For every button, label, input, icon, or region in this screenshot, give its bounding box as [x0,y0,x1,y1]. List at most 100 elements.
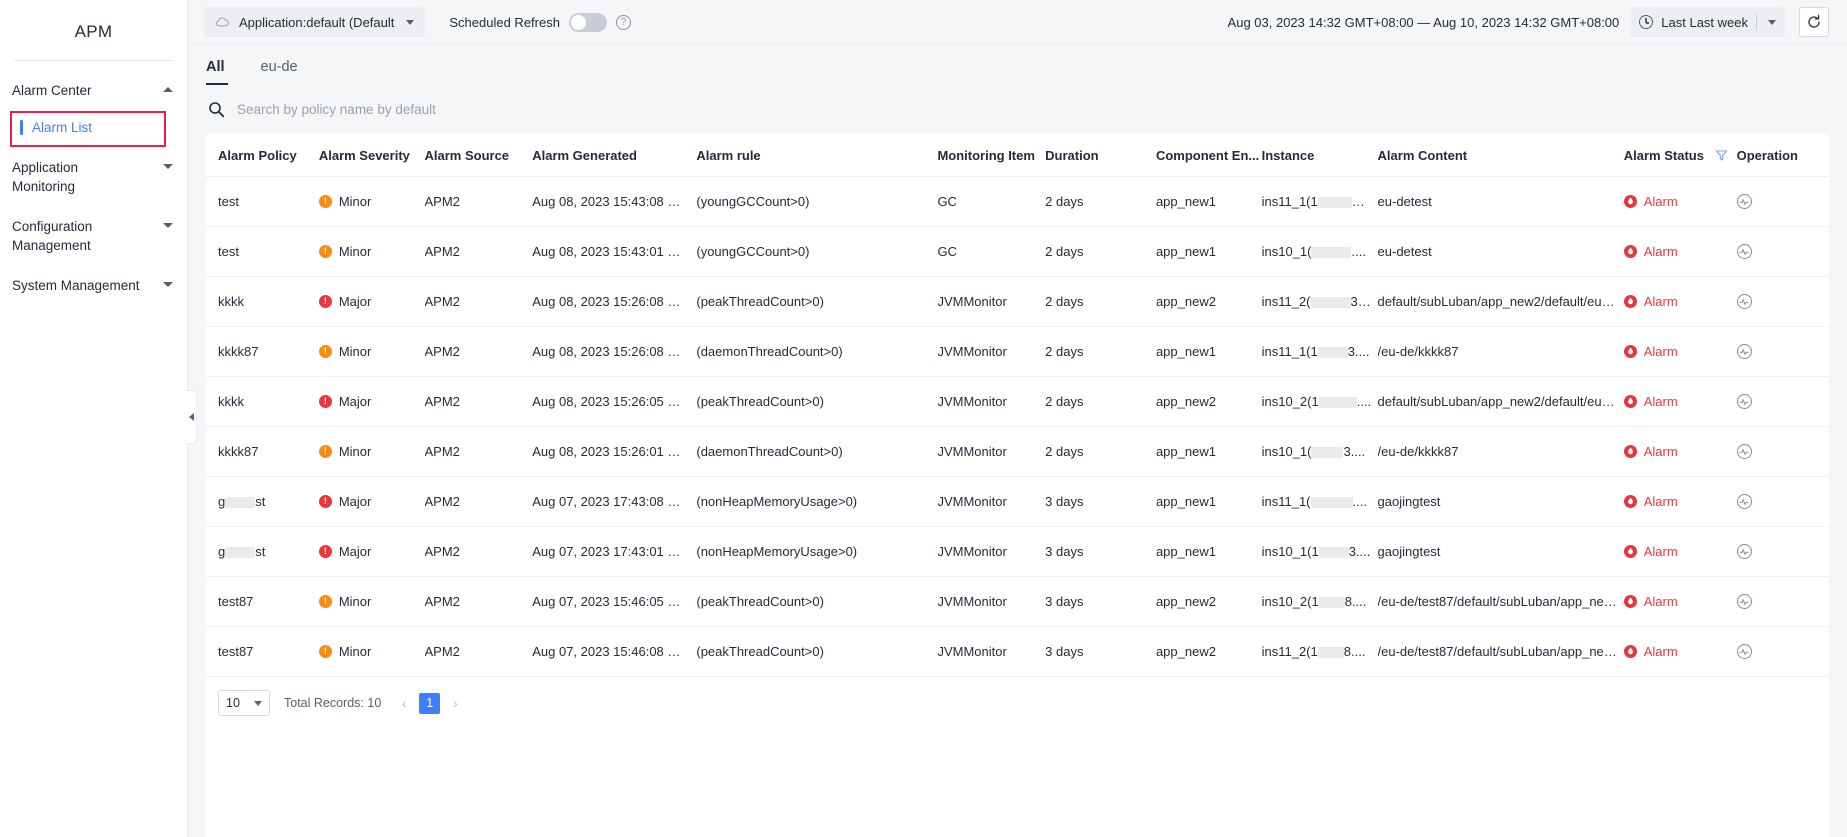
status-badge: Alarm [1623,544,1731,559]
page-size-select[interactable]: 10 [218,690,270,716]
view-monitoring-button[interactable] [1736,244,1752,259]
cell-monitoring-item: JVMMonitor [937,426,1046,477]
total-records-label: Total Records: 10 [284,696,382,710]
filter-icon[interactable] [1715,149,1728,162]
table-row[interactable]: kkkk87 Minor APM2Aug 08, 2023 15:26:01 GM.… [206,426,1829,477]
chevron-down-icon [254,700,262,706]
cell-alarm-severity: Major [318,526,425,577]
severity-minor-icon [318,645,332,658]
cell-alarm-content: gaojingtest [1377,476,1624,527]
alarm-table-card: Alarm Policy Alarm Severity Alarm Source… [206,134,1829,837]
cell-alarm-source: APM2 [424,476,533,527]
view-monitoring-button[interactable] [1736,394,1752,409]
view-monitoring-button[interactable] [1736,294,1752,309]
severity-minor-icon [318,445,332,458]
cell-monitoring-item: GC [937,176,1046,227]
cell-alarm-source: APM2 [424,576,533,627]
instance-suffix: 3.... [1350,294,1373,309]
monitor-icon [1739,198,1749,205]
col-alarm-content: Alarm Content [1377,134,1624,177]
divider [1756,14,1757,30]
refresh-button[interactable] [1799,7,1829,37]
active-indicator [20,119,23,135]
sidebar-item-system-management[interactable]: System Management [0,266,187,306]
instance-prefix: ins10_2(1 [1261,594,1319,609]
view-monitoring-button[interactable] [1736,544,1752,559]
scheduled-refresh-toggle[interactable] [568,12,607,32]
cell-alarm-status: Alarm [1623,426,1737,477]
cell-duration: 2 days [1045,276,1156,327]
alarm-policy-prefix: g [218,544,226,559]
cell-alarm-source: APM2 [424,176,533,227]
table-row[interactable]: test Minor APM2Aug 08, 2023 15:43:08 GM...… [206,176,1829,227]
page-nav: ‹ 1 › [397,692,462,714]
view-monitoring-button[interactable] [1736,194,1752,209]
cell-alarm-rule: (peakThreadCount>0) [696,576,938,627]
table-row[interactable]: test Minor APM2Aug 08, 2023 15:43:01 GM...… [206,226,1829,277]
table-row[interactable]: test87 Minor APM2Aug 07, 2023 15:46:08 GM.… [206,626,1829,677]
table-row[interactable]: test87 Minor APM2Aug 07, 2023 15:46:05 GM.… [206,576,1829,627]
cell-duration: 2 days [1045,326,1156,377]
cell-operation [1736,376,1829,427]
view-monitoring-button[interactable] [1736,644,1752,659]
cell-alarm-generated: Aug 08, 2023 15:26:08 GM... [532,326,697,377]
sidebar-collapse-handle[interactable] [186,390,197,444]
instance-prefix: ins10_2(1 [1261,394,1319,409]
view-monitoring-button[interactable] [1736,494,1752,509]
help-icon[interactable]: ? [615,14,631,30]
prev-page-button[interactable]: ‹ [397,695,411,711]
severity-label: Major [338,394,372,409]
cell-operation [1736,576,1829,627]
table-row[interactable]: g st Major APM2Aug 07, 2023 17:43:08 GM...(… [206,476,1829,527]
cell-alarm-status: Alarm [1623,326,1737,377]
cell-alarm-rule: (youngGCCount>0) [696,176,938,227]
redacted-text [1310,297,1351,309]
tab-all[interactable]: All [206,59,228,85]
cell-monitoring-item: JVMMonitor [937,626,1046,677]
sidebar-item-application-monitoring[interactable]: Application Monitoring [0,148,187,207]
cell-alarm-severity: Minor [318,326,425,377]
table-row[interactable]: kkkk Major APM2Aug 08, 2023 15:26:08 GM...… [206,276,1829,327]
severity-badge: Minor [318,644,419,659]
sidebar-item-alarm-center-label: Alarm Center [12,83,92,98]
sidebar-item-alarm-list[interactable]: Alarm List [10,113,177,142]
cell-instance: ins11_1(1 3.... [1261,326,1378,377]
redacted-text [1311,447,1344,459]
search-bar [188,85,1847,134]
next-page-button[interactable]: › [448,695,462,711]
page-number-1[interactable]: 1 [419,692,441,714]
sidebar-divider [14,60,173,61]
application-selector[interactable]: Application:default (Default [204,7,426,37]
monitor-icon [1739,648,1749,655]
view-monitoring-button[interactable] [1736,594,1752,609]
instance-prefix: ins10_1( [1261,244,1312,259]
cell-alarm-content: gaojingtest [1377,526,1624,577]
table-row[interactable]: kkkk Major APM2Aug 08, 2023 15:26:05 GM...… [206,376,1829,427]
instance-prefix: ins10_1( [1261,444,1312,459]
cell-alarm-policy: test87 [206,626,319,677]
severity-label: Minor [338,644,372,659]
severity-badge: Minor [318,444,419,459]
sidebar-item-alarm-center[interactable]: Alarm Center [0,71,187,111]
time-range-preset-selector[interactable]: Last Last week [1630,7,1785,37]
view-monitoring-button[interactable] [1736,344,1752,359]
status-badge: Alarm [1623,644,1731,659]
cell-alarm-generated: Aug 07, 2023 15:46:05 GM... [532,576,697,627]
col-instance: Instance [1261,134,1378,177]
monitor-icon [1739,248,1749,255]
table-row[interactable]: kkkk87 Minor APM2Aug 08, 2023 15:26:08 GM.… [206,326,1829,377]
sidebar-item-configuration-management[interactable]: Configuration Management [0,207,187,266]
search-input[interactable] [237,102,657,117]
redacted-text [225,497,256,509]
cell-component-environment: app_new1 [1155,476,1262,527]
view-monitoring-button[interactable] [1736,444,1752,459]
cell-alarm-rule: (peakThreadCount>0) [696,626,938,677]
tab-eu-de[interactable]: eu-de [261,59,298,85]
toolbar: Application:default (Default Scheduled R… [188,0,1847,45]
cell-operation [1736,426,1829,477]
search-icon[interactable] [208,101,225,118]
instance-prefix: ins11_1( [1261,494,1311,509]
cell-alarm-rule: (peakThreadCount>0) [696,376,938,427]
severity-badge: Major [318,394,419,409]
table-row[interactable]: g st Major APM2Aug 07, 2023 17:43:01 GM...(… [206,526,1829,577]
